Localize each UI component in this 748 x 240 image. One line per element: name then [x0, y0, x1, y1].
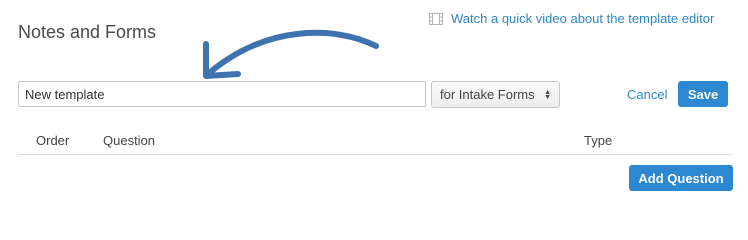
film-icon: [429, 12, 443, 25]
template-type-value: for Intake Forms: [440, 87, 535, 102]
questions-table-header: Order Question Type: [18, 126, 732, 155]
video-link-label: Watch a quick video about the template e…: [451, 11, 715, 26]
template-name-input[interactable]: [18, 81, 426, 107]
column-header-order: Order: [36, 133, 70, 148]
add-question-button[interactable]: Add Question: [629, 165, 733, 191]
template-editor-page: Notes and Forms Watch a quick video abou…: [0, 0, 748, 211]
cancel-button[interactable]: Cancel: [627, 87, 667, 102]
video-link[interactable]: Watch a quick video about the template e…: [429, 11, 714, 26]
select-arrows-icon: ▲ ▼: [544, 88, 551, 101]
column-header-question: Question: [103, 133, 156, 148]
template-type-select[interactable]: for Intake Forms ▲ ▼: [431, 81, 560, 108]
page-title: Notes and Forms: [18, 22, 157, 42]
column-header-type: Type: [584, 133, 613, 148]
save-button[interactable]: Save: [678, 81, 728, 107]
pointer-arrow-icon: [203, 29, 379, 79]
